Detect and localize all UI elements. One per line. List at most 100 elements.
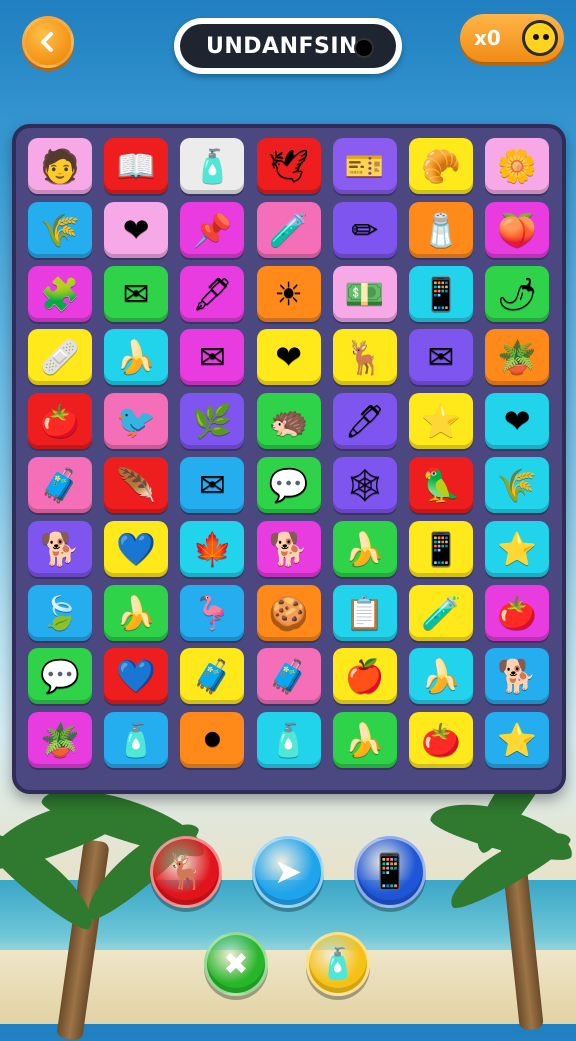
tile-r9-c3[interactable]: 🧳 [180, 648, 245, 705]
back-button[interactable] [22, 16, 74, 68]
tile-icon: 🦌 [344, 338, 385, 377]
tile-r2-c7[interactable]: 🍑 [485, 201, 550, 258]
tile-r6-c5[interactable]: 🕸 [332, 457, 397, 513]
tile-r4-c6[interactable]: ✉ [409, 329, 473, 386]
tile-r8-c3[interactable]: 🦩 [180, 584, 245, 641]
rocket-powerup-icon: 🦌 [164, 852, 208, 892]
tile-r3-c3[interactable]: 🖋 [180, 265, 245, 322]
tile-icon: 🍑 [497, 210, 538, 249]
tile-r2-c2[interactable]: ❤ [104, 201, 169, 258]
phone-powerup-icon: 📱 [368, 852, 412, 892]
tile-icon: 🧳 [268, 657, 309, 696]
tile-r8-c2[interactable]: 🍌 [104, 584, 169, 641]
tile-r10-c7[interactable]: ⭐ [485, 712, 550, 769]
tile-r3-c7[interactable]: 🌶 [485, 265, 550, 322]
tile-r8-c4[interactable]: 🍪 [256, 584, 321, 641]
tile-r2-c3[interactable]: 📌 [180, 201, 245, 258]
tile-icon: 💬 [40, 657, 80, 696]
tile-icon: 🪶 [116, 466, 157, 504]
tile-r1-c5[interactable]: 🎫 [332, 138, 397, 194]
bottle-powerup-button[interactable]: 🧴 [306, 932, 370, 996]
tile-r6-c3[interactable]: ✉ [180, 457, 245, 513]
tile-icon: 🐕 [268, 529, 309, 568]
tile-r9-c7[interactable]: 🐕 [485, 648, 550, 705]
tile-icon: 🍌 [344, 529, 385, 568]
tile-r7-c2[interactable]: 💙 [104, 520, 169, 577]
tile-icon: ⚫ [198, 721, 226, 760]
tile-icon: 🧪 [268, 210, 309, 249]
paper-plane-powerup-button[interactable]: ➤ [252, 836, 324, 908]
tile-r5-c4[interactable]: 🦔 [256, 393, 321, 450]
tile-r9-c1[interactable]: 💬 [28, 648, 92, 705]
tile-icon: 🌾 [40, 210, 80, 249]
tile-r2-c4[interactable]: 🧪 [256, 201, 321, 258]
tile-r7-c6[interactable]: 📱 [409, 520, 473, 577]
tile-r10-c6[interactable]: 🍅 [409, 712, 473, 769]
tile-r8-c1[interactable]: 🍃 [28, 584, 92, 641]
tile-r4-c7[interactable]: 🪴 [485, 329, 550, 386]
tile-icon: 🍌 [116, 593, 157, 632]
tile-r1-c1[interactable]: 🧑 [28, 138, 92, 194]
tile-r6-c6[interactable]: 🦜 [409, 457, 473, 513]
tile-r1-c3[interactable]: 🧴 [180, 138, 245, 194]
tile-r10-c4[interactable]: 🧴 [256, 712, 321, 769]
tile-r10-c3[interactable]: ⚫ [180, 712, 245, 769]
tile-r2-c5[interactable]: ✏ [332, 201, 397, 258]
tile-icon: 🌶 [496, 274, 538, 313]
tile-r7-c1[interactable]: 🐕 [28, 520, 92, 577]
tile-r7-c4[interactable]: 🐕 [256, 520, 321, 577]
tile-r5-c2[interactable]: 🐦 [104, 393, 169, 450]
tile-icon: 📱 [421, 274, 461, 313]
tile-r3-c1[interactable]: 🧩 [28, 265, 92, 322]
tile-r3-c4[interactable]: ☀ [256, 265, 321, 322]
tile-icon: 🧑 [40, 147, 80, 185]
tile-r1-c6[interactable]: 🥐 [409, 138, 473, 194]
tile-r8-c6[interactable]: 🧪 [409, 584, 473, 641]
tile-r4-c3[interactable]: ✉ [180, 329, 245, 386]
tile-r5-c7[interactable]: ❤ [485, 393, 550, 450]
tile-r1-c7[interactable]: 🌼 [485, 138, 550, 194]
tile-icon: 📖 [116, 147, 157, 185]
tile-r7-c7[interactable]: ⭐ [485, 520, 550, 577]
tile-icon: 🖊 [344, 402, 386, 441]
shuffle-powerup-button[interactable]: ✖ [204, 932, 268, 996]
phone-powerup-button[interactable]: 📱 [354, 836, 426, 908]
rocket-powerup-button[interactable]: 🦌 [150, 836, 222, 908]
tile-r2-c1[interactable]: 🌾 [28, 201, 92, 258]
tile-r4-c1[interactable]: 🩹 [28, 329, 92, 386]
tile-r7-c3[interactable]: 🍁 [180, 520, 245, 577]
tile-r10-c5[interactable]: 🍌 [332, 712, 397, 769]
tile-r8-c7[interactable]: 🍅 [485, 584, 550, 641]
tile-r5-c1[interactable]: 🍅 [28, 393, 92, 450]
tile-r6-c2[interactable]: 🪶 [104, 457, 169, 513]
tile-r6-c4[interactable]: 💬 [256, 457, 321, 513]
tile-r4-c5[interactable]: 🦌 [332, 329, 397, 386]
tile-r5-c5[interactable]: 🖊 [332, 393, 397, 450]
tile-icon: 🧴 [268, 721, 309, 760]
tile-r5-c3[interactable]: 🌿 [180, 393, 245, 450]
tile-r9-c5[interactable]: 🍎 [332, 648, 397, 705]
tile-r3-c6[interactable]: 📱 [409, 265, 473, 322]
tile-r3-c2[interactable]: ✉ [104, 265, 169, 322]
tile-r10-c1[interactable]: 🪴 [28, 712, 92, 769]
tile-r6-c7[interactable]: 🌾 [485, 457, 550, 513]
tile-r4-c2[interactable]: 🍌 [104, 329, 169, 386]
tile-r3-c5[interactable]: 💵 [332, 265, 397, 322]
coin-counter[interactable]: x0 [460, 14, 564, 62]
tile-r1-c4[interactable]: 🕊 [256, 138, 321, 194]
tile-r8-c5[interactable]: 📋 [332, 584, 397, 641]
tile-r9-c4[interactable]: 🧳 [256, 648, 321, 705]
tile-r5-c6[interactable]: ⭐ [409, 393, 473, 450]
bottle-powerup-icon: 🧴 [319, 946, 357, 982]
tile-r9-c6[interactable]: 🍌 [409, 648, 473, 705]
tile-icon: 🍃 [40, 593, 80, 632]
tile-r2-c6[interactable]: 🧂 [409, 201, 473, 258]
tile-r1-c2[interactable]: 📖 [104, 138, 169, 194]
tile-r6-c1[interactable]: 🧳 [28, 457, 92, 513]
tile-r10-c2[interactable]: 🧴 [104, 712, 169, 769]
tile-icon: 🍌 [344, 721, 385, 760]
tile-r7-c5[interactable]: 🍌 [332, 520, 397, 577]
tile-r4-c4[interactable]: ❤ [256, 329, 321, 386]
back-arrow-icon [41, 32, 53, 52]
tile-r9-c2[interactable]: 💙 [104, 648, 169, 705]
